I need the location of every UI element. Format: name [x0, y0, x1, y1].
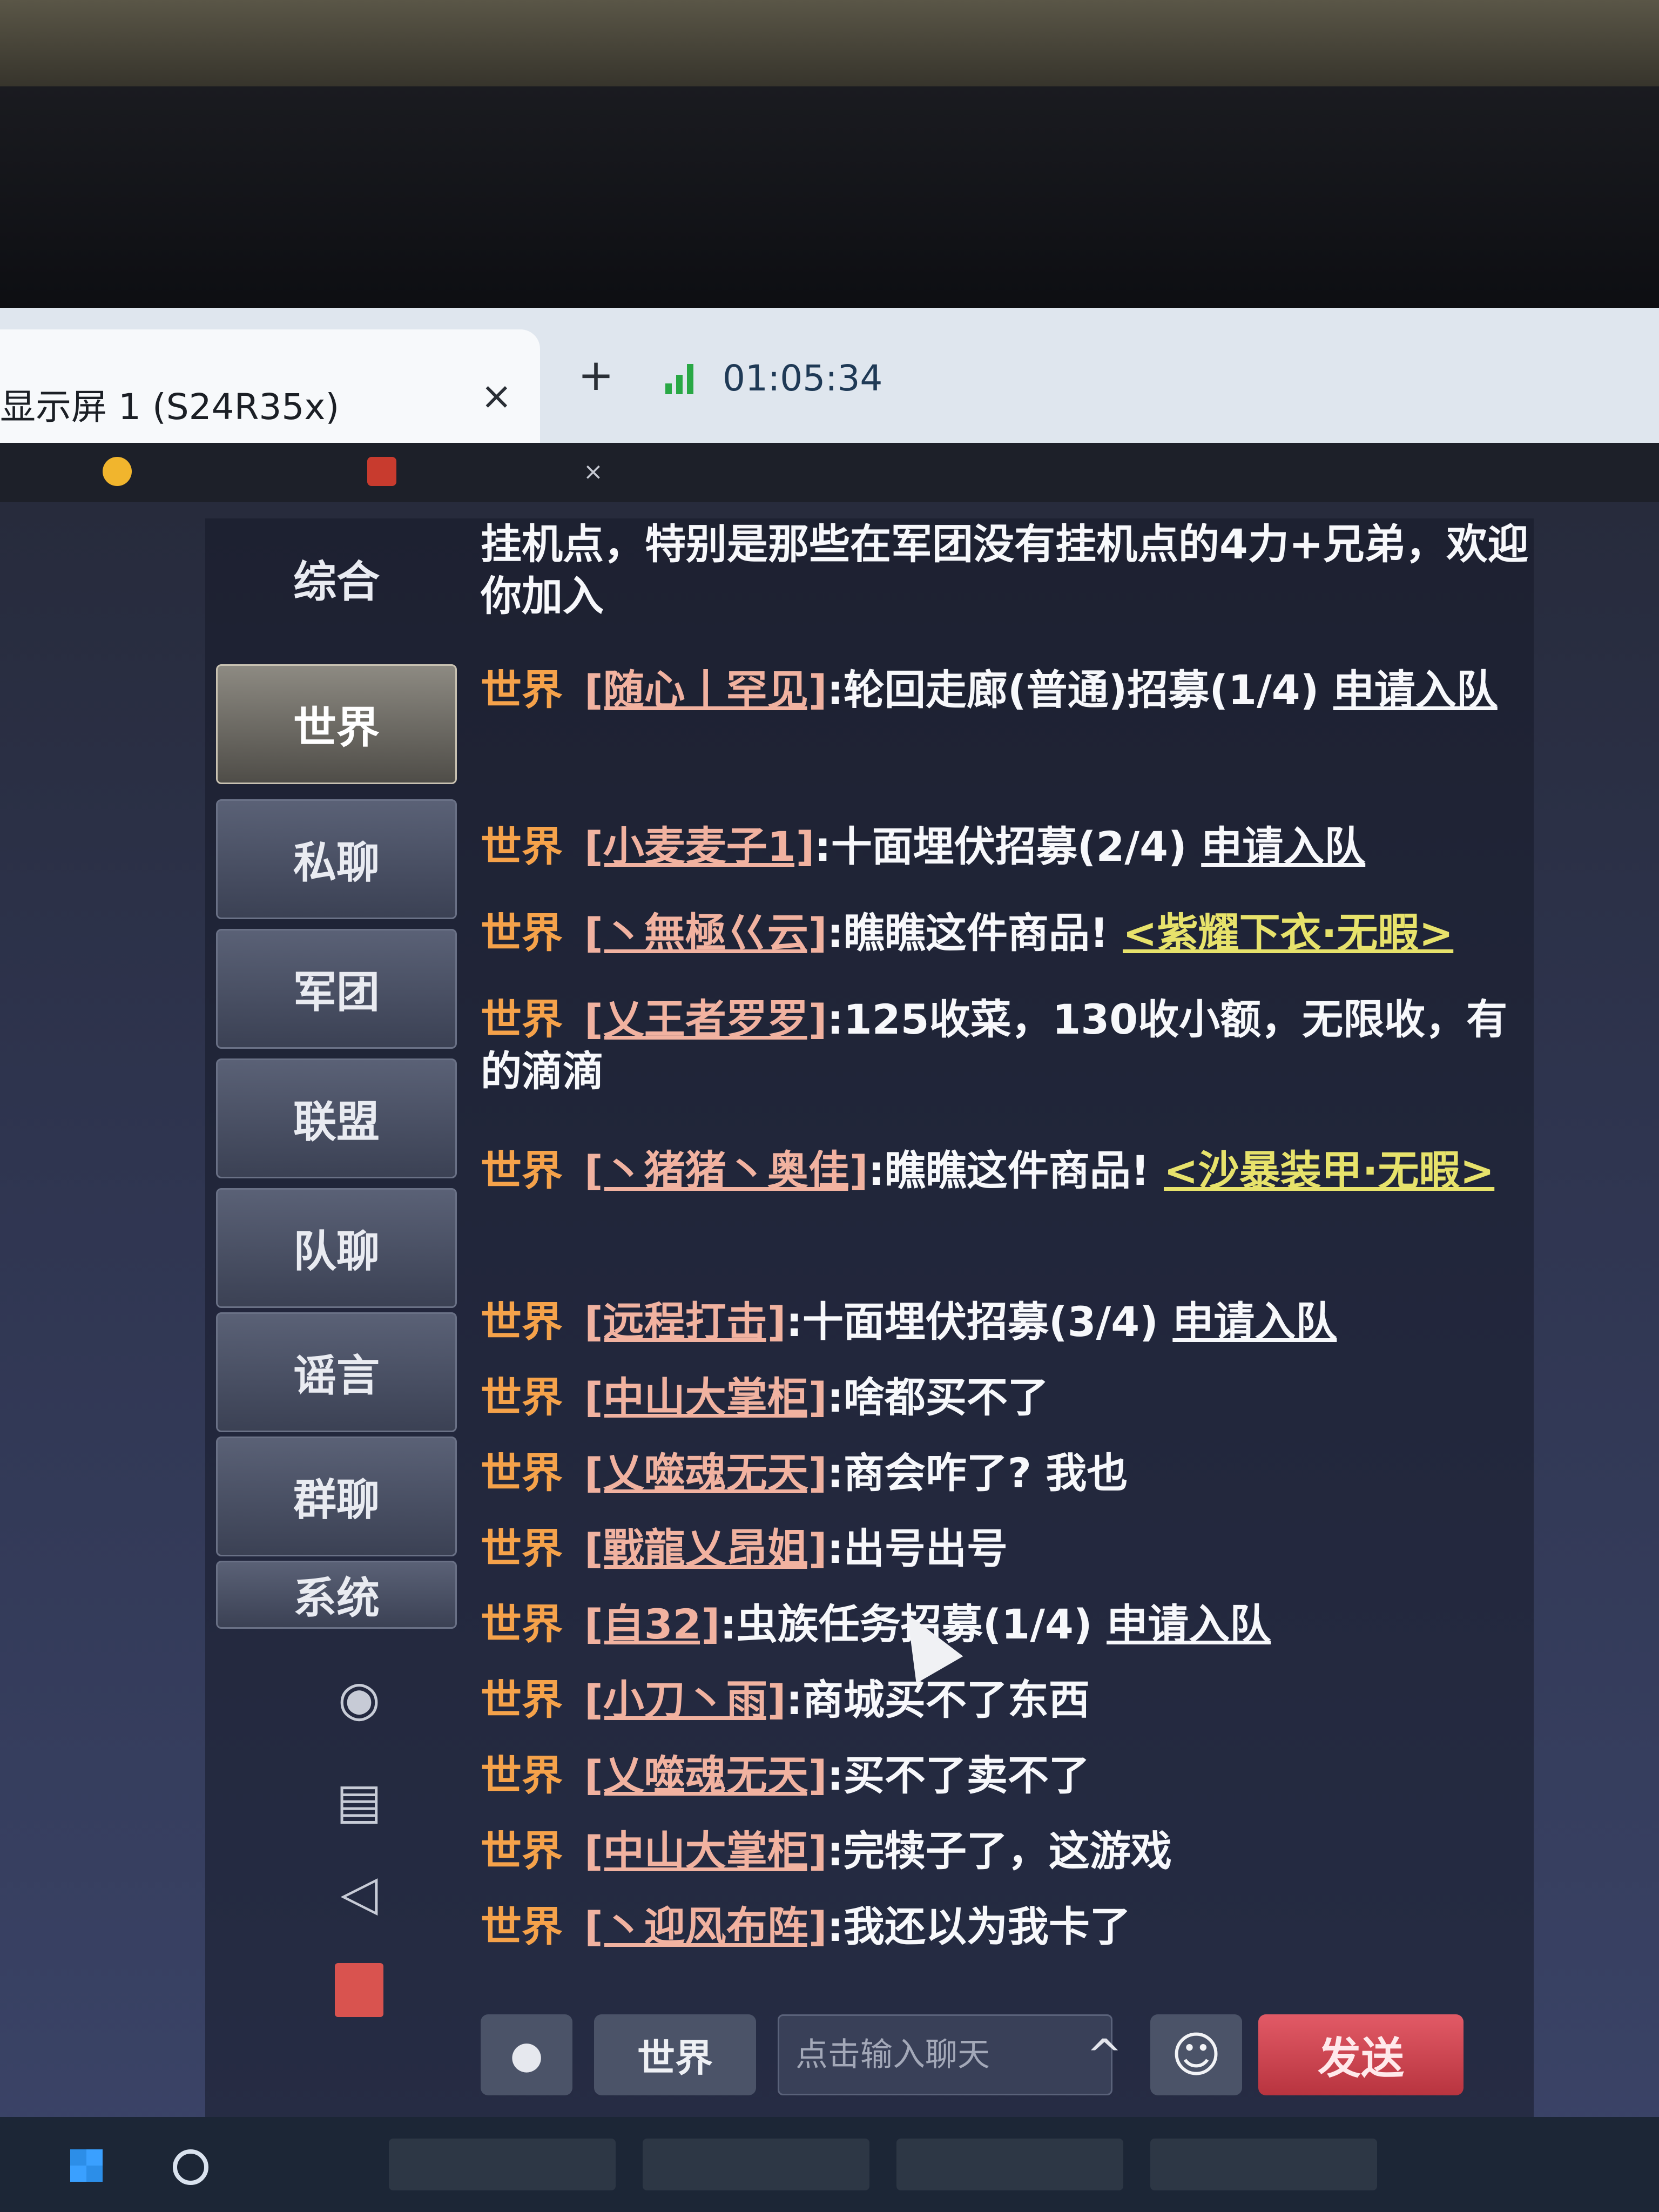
tab-private[interactable]: 私聊: [216, 799, 457, 919]
app-logo-icon: [103, 457, 132, 486]
list-item: 世界 [自32]:虫族任务招募(1/4) 申请入队: [481, 1600, 1271, 1648]
red-card-icon[interactable]: [329, 1960, 389, 2020]
list-item: 世界 [中山大掌柜]:啥都买不了: [481, 1373, 1049, 1421]
list-item: 世界 [丶無極巜云]:瞧瞧这件商品! <紫耀下衣·无暇>: [481, 909, 1454, 957]
list-item: 世界 [丶迎风布阵]:我还以为我卡了: [481, 1903, 1131, 1951]
list-item: 世界 [小麦麦子1]:十面埋伏招募(2/4) 申请入队: [481, 822, 1366, 871]
tab-legion[interactable]: 军团: [216, 929, 457, 1049]
message-channel: 世界: [481, 909, 563, 957]
message-sender[interactable]: [戰龍乂昂姐]: [584, 1525, 827, 1573]
chat-panel: 综合 世界 私聊 军团 联盟 队聊 谣言 群聊 系统 ◉ ▤ ◁ 挂机点，特别是…: [205, 518, 1534, 2139]
chevron-up-icon[interactable]: ^: [1075, 2020, 1134, 2090]
message-sender[interactable]: [乂噬魂无天]: [584, 1751, 827, 1799]
message-channel: 世界: [481, 1676, 563, 1724]
list-item: 世界 [乂王者罗罗]:125收菜，130收小额，无限收，有的滴滴: [481, 995, 1508, 1095]
list-item: 世界 [小刀丶雨]:商城买不了东西: [481, 1676, 1090, 1724]
message-channel: 世界: [481, 1903, 563, 1951]
megaphone-icon[interactable]: ◁: [329, 1863, 389, 1923]
tab-rumor[interactable]: 谣言: [216, 1312, 457, 1432]
message-channel: 世界: [481, 666, 563, 714]
close-game-tab-icon[interactable]: ×: [583, 458, 603, 485]
message-channel: 世界: [481, 1751, 563, 1799]
tab-general[interactable]: 综合: [216, 518, 457, 638]
apply-join-link[interactable]: 申请入队: [1201, 822, 1365, 871]
tab-group[interactable]: 群聊: [216, 1437, 457, 1556]
message-channel: 世界: [481, 822, 563, 871]
message-sender[interactable]: [中山大掌柜]: [584, 1827, 827, 1875]
game-logo-icon: [367, 457, 396, 486]
message-sender[interactable]: [丶迎风布阵]: [584, 1903, 827, 1951]
message-channel: 世界: [481, 1373, 563, 1421]
message-sender[interactable]: [乂噬魂无天]: [584, 1449, 827, 1497]
taskbar: [0, 2117, 1659, 2212]
signal-strength-icon: [665, 364, 694, 394]
microphone-icon: ●: [510, 2033, 543, 2077]
message-channel: 世界: [481, 1525, 563, 1573]
tab-system[interactable]: 系统: [216, 1561, 457, 1629]
message-sender[interactable]: [中山大掌柜]: [584, 1373, 827, 1421]
taskbar-item[interactable]: [896, 2139, 1123, 2190]
list-item: 世界 [远程打击]:十面埋伏招募(3/4) 申请入队: [481, 1298, 1337, 1346]
remote-tab-bar: 显示屏 1 (S24R35x) × + 01:05:34: [0, 308, 1659, 443]
smiley-icon: ☺: [1171, 2026, 1222, 2083]
message-sender[interactable]: [乂王者罗罗]: [584, 995, 827, 1043]
message-sender[interactable]: [丶猪猪丶奥佳]: [584, 1147, 868, 1195]
item-link[interactable]: <沙暴装甲·无暇>: [1164, 1147, 1494, 1195]
tab-alliance[interactable]: 联盟: [216, 1058, 457, 1178]
list-item: 世界 [随心丨罕见]:轮回走廊(普通)招募(1/4) 申请入队: [481, 666, 1498, 714]
list-item: 世界 [乂噬魂无天]:商会咋了? 我也: [481, 1449, 1128, 1497]
message-sender[interactable]: [远程打击]: [584, 1298, 786, 1346]
list-item: 世界 [乂噬魂无天]:买不了卖不了: [481, 1751, 1090, 1799]
message-channel: 世界: [481, 995, 563, 1043]
session-timer: 01:05:34: [723, 358, 883, 399]
channel-sidebar: 综合 世界 私聊 军团 联盟 队聊 谣言 群聊 系统 ◉ ▤ ◁: [205, 518, 464, 2139]
apply-join-link[interactable]: 申请入队: [1107, 1600, 1271, 1648]
message-sender[interactable]: [小麦麦子1]: [584, 822, 814, 871]
app-tab-bar: ×: [0, 443, 1659, 502]
location-pin-icon[interactable]: ◉: [329, 1669, 389, 1728]
windows-start-icon[interactable]: [70, 2149, 103, 2182]
message-sender[interactable]: [自32]: [584, 1600, 720, 1648]
taskbar-item[interactable]: [643, 2139, 869, 2190]
message-sender[interactable]: [随心丨罕见]: [584, 666, 827, 714]
search-icon[interactable]: [173, 2149, 208, 2185]
remote-desktop: × 综合 世界 私聊 军团 联盟 队聊 谣言 群聊 系统 ◉ ▤ ◁ 挂机点，特…: [0, 443, 1659, 2212]
list-item: 挂机点，特别是那些在军团没有挂机点的4力+兄弟，欢迎你加入: [481, 520, 1529, 620]
message-channel: 世界: [481, 1600, 563, 1648]
message-channel: 世界: [481, 1147, 563, 1195]
taskbar-item[interactable]: [389, 2139, 616, 2190]
apply-join-link[interactable]: 申请入队: [1333, 666, 1498, 714]
close-tab-icon[interactable]: ×: [481, 374, 512, 418]
apply-join-link[interactable]: 申请入队: [1172, 1298, 1337, 1346]
taskbar-item[interactable]: [1150, 2139, 1377, 2190]
new-tab-button[interactable]: +: [578, 350, 614, 400]
message-channel: 世界: [481, 1298, 563, 1346]
microphone-button[interactable]: ●: [481, 2014, 572, 2095]
document-icon[interactable]: ▤: [329, 1771, 389, 1831]
message-sender[interactable]: [丶無極巜云]: [584, 909, 827, 957]
emoji-button[interactable]: ☺: [1150, 2014, 1242, 2095]
chat-input[interactable]: [778, 2014, 1112, 2095]
message-channel: 世界: [481, 1449, 563, 1497]
remote-tab-display-1[interactable]: 显示屏 1 (S24R35x) ×: [0, 329, 540, 443]
list-item: 世界 [丶猪猪丶奥佳]:瞧瞧这件商品! <沙暴装甲·无暇>: [481, 1147, 1495, 1195]
tab-team[interactable]: 队聊: [216, 1188, 457, 1308]
item-link[interactable]: <紫耀下衣·无暇>: [1123, 909, 1453, 957]
monitor-bezel: [0, 86, 1659, 313]
channel-select[interactable]: 世界: [594, 2014, 756, 2095]
message-list: 挂机点，特别是那些在军团没有挂机点的4力+兄弟，欢迎你加入 世界 [随心丨罕见]:…: [481, 518, 1534, 1987]
message-sender[interactable]: [小刀丶雨]: [584, 1676, 786, 1724]
list-item: 世界 [中山大掌柜]:完犊子了，这游戏: [481, 1827, 1172, 1875]
remote-tab-title: 显示屏 1 (S24R35x): [0, 386, 340, 428]
chat-input-bar: ● 世界 ^ ☺ 发送: [481, 1998, 1534, 2106]
tab-world[interactable]: 世界: [216, 664, 457, 784]
list-item: 世界 [戰龍乂昂姐]:出号出号: [481, 1525, 1008, 1573]
message-channel: 世界: [481, 1827, 563, 1875]
send-button[interactable]: 发送: [1258, 2014, 1464, 2095]
